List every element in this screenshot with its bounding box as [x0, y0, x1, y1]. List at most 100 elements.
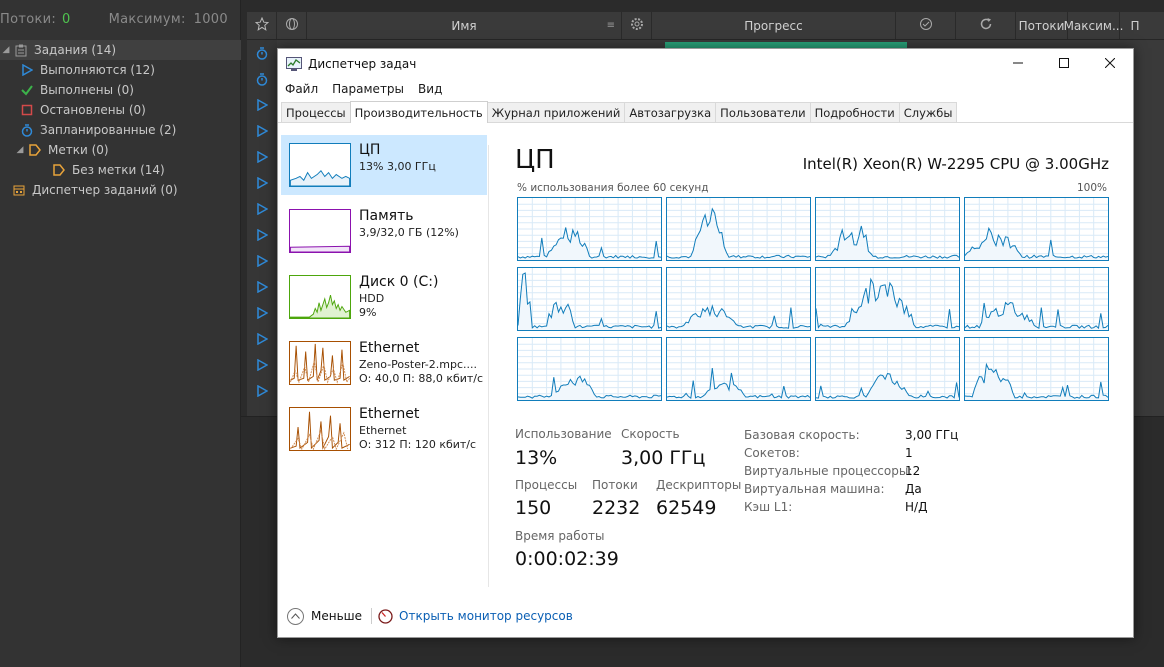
play-icon[interactable]	[247, 352, 277, 378]
max-column[interactable]: Максим...	[1064, 12, 1123, 39]
ethernet-thumbnail-graph	[289, 407, 351, 451]
tree-item-label: Диспетчер заданий (0)	[32, 183, 178, 197]
task-row-icons	[247, 40, 277, 416]
tab-services[interactable]: Службы	[898, 102, 958, 122]
p-column-label: П	[1130, 18, 1140, 33]
tree-item-scheduled[interactable]: Запланированные (2)	[0, 120, 241, 140]
side-item-detail: 3,9/32,0 ГБ (12%)	[359, 226, 459, 239]
play-icon[interactable]	[247, 300, 277, 326]
resource-monitor-icon[interactable]	[378, 608, 393, 624]
cpu-core-graph	[815, 197, 961, 262]
calendar-icon	[12, 183, 26, 197]
play-icon[interactable]	[247, 222, 277, 248]
globe-icon	[285, 17, 299, 34]
info-label: Базовая скорость:	[744, 428, 860, 442]
task-manager-app-icon	[286, 57, 302, 71]
core-trace	[666, 198, 812, 262]
clipboard-icon	[14, 43, 28, 57]
tree-item-label: Запланированные (2)	[40, 123, 177, 137]
close-button[interactable]	[1087, 49, 1133, 79]
threads-column-label: Потоки	[1018, 18, 1065, 33]
pane-divider	[488, 145, 489, 587]
stopwatch-icon[interactable]	[247, 66, 277, 92]
collapse-arrow-icon[interactable]: ◢	[0, 45, 12, 55]
open-resource-monitor-link[interactable]: Открыть монитор ресурсов	[399, 609, 573, 623]
minimize-button[interactable]	[995, 49, 1041, 79]
side-item-adapter: Ethernet	[359, 424, 407, 437]
cpu-core-graph	[964, 197, 1110, 262]
task-list-right-edge	[1134, 40, 1164, 416]
cpu-model: Intel(R) Xeon(R) W-2295 CPU @ 3.00GHz	[802, 155, 1109, 173]
usage-label: Использование	[515, 427, 612, 441]
tree-item-done[interactable]: Выполнены (0)	[0, 80, 241, 100]
stopwatch-icon	[20, 123, 34, 137]
stopwatch-icon[interactable]	[247, 40, 277, 66]
side-item-cpu[interactable]: ЦП 13% 3,00 ГГц	[281, 135, 487, 195]
cpu-core-graph	[964, 267, 1110, 332]
maximize-button[interactable]	[1041, 49, 1087, 79]
core-trace	[964, 268, 1110, 332]
cpu-core-graph	[666, 337, 812, 402]
side-item-disk[interactable]: Диск 0 (C:) HDD 9%	[281, 267, 487, 327]
cpu-core-graph	[666, 267, 812, 332]
site-column[interactable]	[277, 12, 307, 39]
side-item-ethernet-1[interactable]: Ethernet Zeno-Poster-2.mpc.... О: 40,0 П…	[281, 333, 487, 393]
side-item-usage: 9%	[359, 306, 377, 319]
fewer-details-button[interactable]: Меньше	[311, 609, 362, 623]
threads-column[interactable]: Потоки	[1016, 12, 1068, 39]
tree-item-untagged[interactable]: Без метки (14)	[0, 160, 241, 180]
tree-item-running[interactable]: Выполняются (12)	[0, 60, 241, 80]
side-item-ethernet-2[interactable]: Ethernet Ethernet О: 312 П: 120 кбит/с	[281, 399, 487, 459]
tree-item-scheduler[interactable]: Диспетчер заданий (0)	[0, 180, 241, 200]
status-column[interactable]	[896, 12, 956, 39]
side-item-memory[interactable]: Память 3,9/32,0 ГБ (12%)	[281, 201, 487, 261]
menu-options[interactable]: Параметры	[325, 82, 411, 96]
progress-column[interactable]: Прогресс	[652, 12, 896, 39]
play-icon[interactable]	[247, 144, 277, 170]
play-icon[interactable]	[247, 248, 277, 274]
title-bar[interactable]: Диспетчер задач	[278, 49, 1133, 79]
core-trace	[964, 338, 1110, 402]
tab-startup[interactable]: Автозагрузка	[624, 102, 717, 122]
tab-performance[interactable]: Производительность	[349, 101, 488, 123]
p-column[interactable]: П	[1120, 12, 1150, 39]
collapse-arrow-icon[interactable]: ◢	[14, 145, 26, 155]
play-icon[interactable]	[247, 92, 277, 118]
tree-item-tasks[interactable]: ◢ Задания (14)	[0, 40, 241, 60]
tab-app-history[interactable]: Журнал приложений	[486, 102, 626, 122]
max-column-label: Максим...	[1063, 18, 1124, 33]
menu-file[interactable]: Файл	[278, 82, 325, 96]
tree-item-label: Выполняются (12)	[40, 63, 155, 77]
ethernet-thumbnail-graph	[289, 341, 351, 385]
play-icon[interactable]	[247, 378, 277, 404]
bottom-bar: Меньше Открыть монитор ресурсов	[278, 601, 1133, 631]
cpu-core-graph	[517, 197, 663, 262]
core-trace	[815, 198, 961, 262]
usage-value: 13%	[515, 447, 558, 469]
refresh-column[interactable]	[956, 12, 1016, 39]
utilization-max: 100%	[1076, 182, 1107, 194]
play-icon[interactable]	[247, 274, 277, 300]
core-trace	[964, 198, 1110, 262]
tree-item-tags[interactable]: ◢ Метки (0)	[0, 140, 241, 160]
cpu-core-graphs	[517, 197, 1110, 403]
play-icon[interactable]	[247, 196, 277, 222]
cpu-thumbnail-graph	[289, 143, 351, 187]
fewer-details-icon[interactable]	[287, 607, 304, 625]
tree-item-stopped[interactable]: Остановлены (0)	[0, 100, 241, 120]
tree-item-label: Задания (14)	[34, 43, 117, 57]
tab-details[interactable]: Подробности	[809, 102, 900, 122]
tab-users[interactable]: Пользователи	[715, 102, 811, 122]
play-icon[interactable]	[247, 326, 277, 352]
gear-icon	[630, 17, 644, 34]
threads-label: Потоки	[592, 478, 638, 492]
play-icon[interactable]	[247, 118, 277, 144]
tab-processes[interactable]: Процессы	[281, 102, 351, 122]
tab-bar: Процессы Производительность Журнал прило…	[278, 101, 1133, 123]
side-item-throughput: О: 40,0 П: 88,0 кбит/с	[359, 372, 484, 385]
settings-column[interactable]	[622, 12, 652, 39]
menu-view[interactable]: Вид	[411, 82, 449, 96]
favorite-column[interactable]	[247, 12, 277, 39]
name-column[interactable]: Имя ≡	[307, 12, 622, 39]
play-icon[interactable]	[247, 170, 277, 196]
